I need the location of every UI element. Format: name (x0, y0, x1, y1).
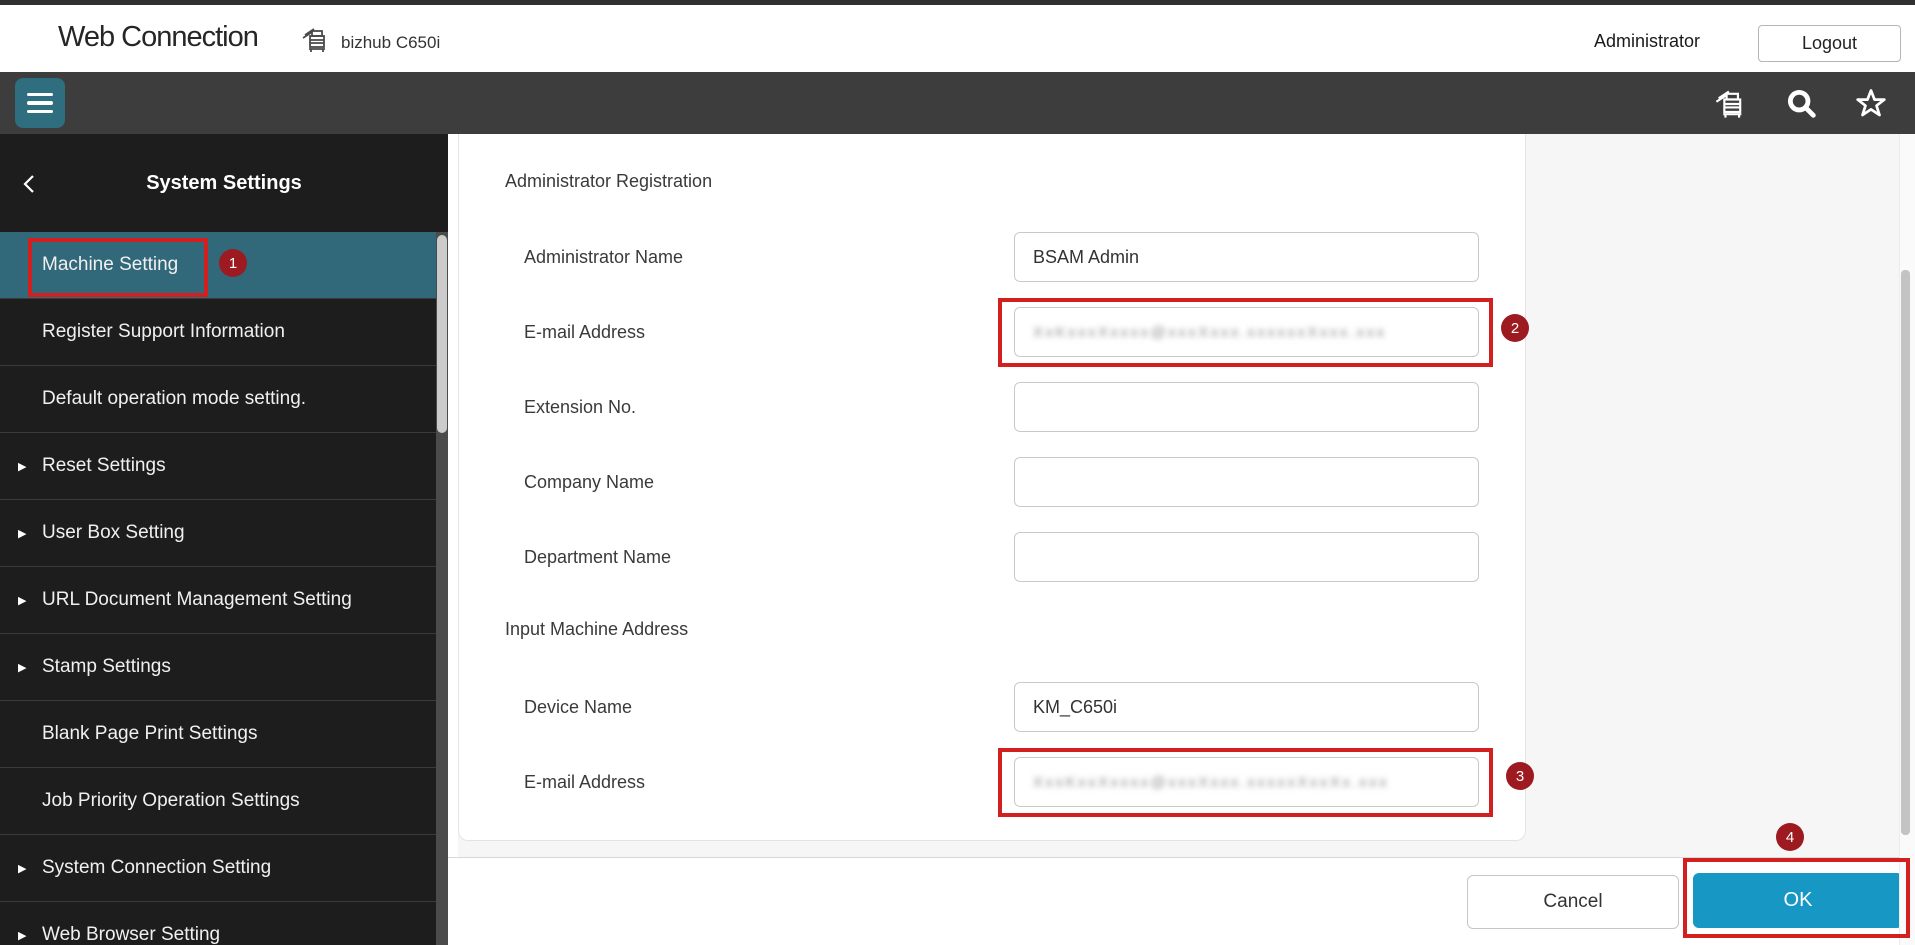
e-mail-address-input[interactable]: XxxKxxXxxxx@xxxXxxx.xxxxxXxxXx.xxx (1014, 757, 1479, 807)
mfp-device-icon (300, 25, 330, 60)
sidebar: System Settings Machine Setting Register … (0, 134, 448, 945)
app-header: Web Connection bizhub C650i Administrato… (0, 5, 1915, 72)
expand-arrow-icon: ▶ (18, 661, 42, 674)
department-name-label: Department Name (524, 532, 671, 582)
sidebar-item-label: System Connection Setting (42, 857, 271, 879)
sidebar-item-system-connection-setting[interactable]: ▶System Connection Setting (0, 835, 436, 902)
sidebar-item-url-document-management-setting[interactable]: ▶URL Document Management Setting (0, 567, 436, 634)
administrator-name-label: Administrator Name (524, 232, 683, 282)
sidebar-item-label: Blank Page Print Settings (42, 723, 257, 745)
sidebar-item-label: Job Priority Operation Settings (42, 790, 300, 812)
sidebar-item-stamp-settings[interactable]: ▶Stamp Settings (0, 634, 436, 701)
sidebar-item-label: Web Browser Setting (42, 924, 220, 945)
section-heading-input-machine-address: Input Machine Address (505, 619, 688, 640)
content-gutter (448, 134, 458, 857)
sidebar-scrollbar[interactable] (436, 232, 448, 945)
sidebar-item-register-support-information[interactable]: Register Support Information (0, 299, 436, 366)
settings-form-card: Administrator Registration Administrator … (458, 134, 1526, 841)
administrator-name-input[interactable]: BSAM Admin (1014, 232, 1479, 282)
company-name-label: Company Name (524, 457, 654, 507)
sidebar-item-machine-setting[interactable]: Machine Setting (0, 232, 436, 299)
field-value: KM_C650i (1033, 697, 1117, 718)
page-scrollbar-thumb[interactable] (1901, 270, 1910, 835)
web-connection-app: Web Connection bizhub C650i Administrato… (0, 0, 1915, 945)
device-status-icon[interactable] (1712, 86, 1748, 122)
e-mail-address-label: E-mail Address (524, 307, 645, 357)
sidebar-item-label: Register Support Information (42, 321, 285, 343)
cancel-button[interactable]: Cancel (1467, 875, 1679, 929)
search-icon[interactable] (1784, 86, 1820, 122)
web-connection-logo: Web Connection (58, 21, 258, 54)
sidebar-item-default-operation-mode-setting[interactable]: Default operation mode setting. (0, 366, 436, 433)
e-mail-address-input[interactable]: XxKxxxXxxxx@xxxXxxx.xxxxxxXxxx.xxx (1014, 307, 1479, 357)
device-name-input[interactable]: KM_C650i (1014, 682, 1479, 732)
section-heading-administrator-registration: Administrator Registration (505, 171, 712, 192)
expand-arrow-icon: ▶ (18, 862, 42, 875)
sidebar-item-label: Reset Settings (42, 455, 166, 477)
logged-in-user-label: Administrator (1594, 31, 1700, 52)
department-name-input[interactable] (1014, 532, 1479, 582)
hamburger-menu-icon[interactable] (15, 78, 65, 128)
e-mail-address-label: E-mail Address (524, 757, 645, 807)
field-value: BSAM Admin (1033, 247, 1139, 268)
sidebar-item-web-browser-setting[interactable]: ▶Web Browser Setting (0, 902, 436, 945)
expand-arrow-icon: ▶ (18, 594, 42, 607)
device-model-label: bizhub C650i (341, 33, 440, 53)
toolbar (0, 72, 1915, 134)
sidebar-title: System Settings (0, 172, 448, 195)
ok-button[interactable]: OK (1693, 873, 1903, 928)
sidebar-item-label: Machine Setting (42, 254, 178, 276)
extension-no-label: Extension No. (524, 382, 636, 432)
sidebar-item-label: Stamp Settings (42, 656, 171, 678)
expand-arrow-icon: ▶ (18, 460, 42, 473)
device-name-label: Device Name (524, 682, 632, 732)
sidebar-item-reset-settings[interactable]: ▶Reset Settings (0, 433, 436, 500)
sidebar-scrollbar-thumb[interactable] (437, 235, 447, 433)
masked-field-value: XxKxxxXxxxx@xxxXxxx.xxxxxxXxxx.xxx (1033, 324, 1387, 341)
expand-arrow-icon: ▶ (18, 527, 42, 540)
masked-field-value: XxxKxxXxxxx@xxxXxxx.xxxxxXxxXx.xxx (1033, 774, 1389, 791)
sidebar-item-user-box-setting[interactable]: ▶User Box Setting (0, 500, 436, 567)
sidebar-item-label: URL Document Management Setting (42, 589, 352, 611)
sidebar-item-label: User Box Setting (42, 522, 185, 544)
company-name-input[interactable] (1014, 457, 1479, 507)
favorite-star-icon[interactable] (1853, 86, 1889, 122)
extension-no-input[interactable] (1014, 382, 1479, 432)
sidebar-item-blank-page-print-settings[interactable]: Blank Page Print Settings (0, 701, 436, 768)
sidebar-item-job-priority-operation-settings[interactable]: Job Priority Operation Settings (0, 768, 436, 835)
sidebar-header: System Settings (0, 134, 448, 233)
expand-arrow-icon: ▶ (18, 929, 42, 942)
logout-button[interactable]: Logout (1758, 25, 1901, 62)
sidebar-item-label: Default operation mode setting. (42, 388, 306, 410)
main-content: Administrator Registration Administrator … (448, 134, 1915, 945)
